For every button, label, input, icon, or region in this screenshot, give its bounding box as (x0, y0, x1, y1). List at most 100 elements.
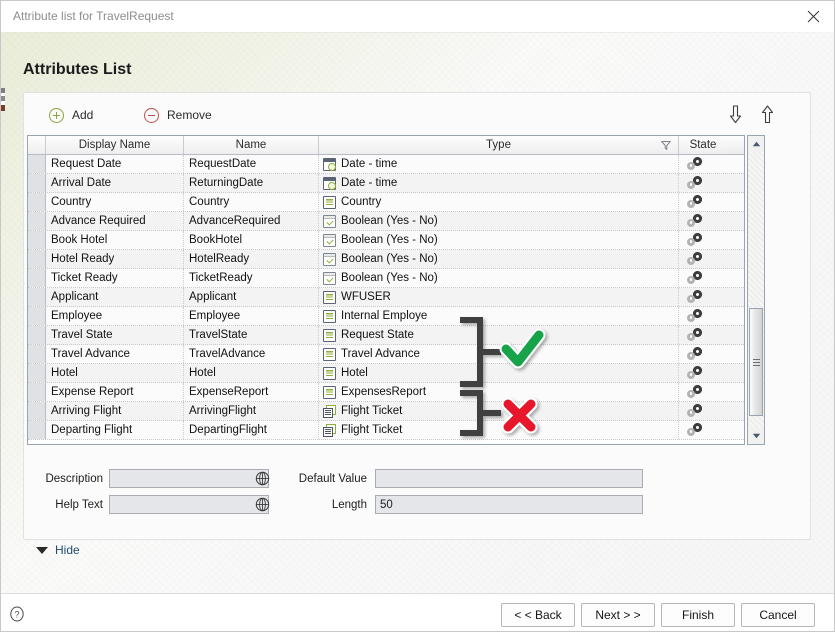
cell-state[interactable] (679, 212, 727, 230)
cell-name: Country (184, 193, 319, 211)
help-button[interactable]: ? (9, 606, 25, 622)
cell-state[interactable] (679, 307, 727, 325)
row-selector[interactable] (28, 326, 46, 344)
cell-state[interactable] (679, 250, 727, 268)
column-header-display-name[interactable]: Display Name (46, 136, 184, 154)
gears-icon[interactable] (687, 251, 705, 267)
default-value-label: Default Value (298, 473, 367, 485)
back-button[interactable]: < < Back (501, 603, 575, 627)
cell-name: Employee (184, 307, 319, 325)
cell-state[interactable] (679, 402, 727, 420)
row-selector[interactable] (28, 174, 46, 192)
table-row[interactable]: Departing Flight DepartingFlight Flight Ti… (28, 421, 744, 440)
row-selector[interactable] (28, 364, 46, 382)
row-selector[interactable] (28, 383, 46, 401)
table-row[interactable]: Ticket Ready TicketReady Boolean (Yes - No… (28, 269, 744, 288)
scroll-up-icon (752, 141, 760, 147)
cell-type-label: Request State (341, 329, 414, 341)
row-selector[interactable] (28, 212, 46, 230)
length-input[interactable] (375, 495, 643, 514)
table-row[interactable]: Employee Employee Internal Employe (28, 307, 744, 326)
row-selector[interactable] (28, 231, 46, 249)
row-selector[interactable] (28, 269, 46, 287)
gears-icon[interactable] (687, 213, 705, 229)
cell-state[interactable] (679, 421, 727, 439)
grid-header-row: Display Name Name Type State (28, 136, 744, 155)
cancel-button[interactable]: Cancel (741, 603, 815, 627)
row-selector[interactable] (28, 421, 46, 439)
close-button[interactable] (790, 1, 834, 31)
gears-icon[interactable] (687, 156, 705, 172)
gears-icon[interactable] (687, 365, 705, 381)
scrollbar-thumb[interactable] (749, 308, 763, 416)
table-row[interactable]: Expense Report ExpenseReport ExpensesRepor… (28, 383, 744, 402)
row-selector[interactable] (28, 193, 46, 211)
cell-state[interactable] (679, 269, 727, 287)
column-header-selector[interactable] (28, 136, 46, 154)
gears-icon[interactable] (687, 327, 705, 343)
gears-icon[interactable] (687, 289, 705, 305)
grid-toolbar: Add Remove (24, 93, 810, 137)
table-row[interactable]: Country Country Country (28, 193, 744, 212)
scroll-down-button[interactable] (748, 428, 764, 444)
column-header-type[interactable]: Type (319, 136, 679, 154)
row-selector[interactable] (28, 288, 46, 306)
table-row[interactable]: Hotel Hotel Hotel (28, 364, 744, 383)
add-button[interactable]: Add (49, 103, 93, 127)
cell-name: DepartingFlight (184, 421, 319, 439)
finish-button[interactable]: Finish (661, 603, 735, 627)
cell-state[interactable] (679, 231, 727, 249)
table-row[interactable]: Advance Required AdvanceRequired Boolean (… (28, 212, 744, 231)
cell-state[interactable] (679, 383, 727, 401)
gears-icon[interactable] (687, 403, 705, 419)
table-row[interactable]: Applicant Applicant WFUSER (28, 288, 744, 307)
cell-type: Internal Employe (319, 307, 679, 325)
dialog-footer: ? < < Back Next > > Finish Cancel (1, 593, 834, 631)
row-selector[interactable] (28, 250, 46, 268)
description-input[interactable] (109, 469, 269, 488)
grid-vertical-scrollbar[interactable] (747, 135, 765, 445)
gears-icon[interactable] (687, 175, 705, 191)
row-selector[interactable] (28, 402, 46, 420)
triangle-down-icon (36, 546, 48, 554)
help-text-input[interactable] (109, 495, 269, 514)
cell-state[interactable] (679, 364, 727, 382)
row-selector[interactable] (28, 307, 46, 325)
gears-icon[interactable] (687, 194, 705, 210)
cell-state[interactable] (679, 326, 727, 344)
hide-toggle[interactable]: Hide (36, 543, 80, 557)
entity-icon (323, 385, 336, 399)
scroll-down-icon (752, 433, 760, 439)
table-row[interactable]: Travel State TravelState Request State (28, 326, 744, 345)
cell-state[interactable] (679, 155, 727, 173)
move-up-button[interactable] (754, 101, 780, 127)
table-row[interactable]: Request Date RequestDate Date - time (28, 155, 744, 174)
cell-state[interactable] (679, 288, 727, 306)
gears-icon[interactable] (687, 346, 705, 362)
table-row[interactable]: Arrival Date ReturningDate Date - time (28, 174, 744, 193)
next-button[interactable]: Next > > (581, 603, 655, 627)
cell-type: Flight Ticket (319, 421, 679, 439)
table-row[interactable]: Arriving Flight ArrivingFlight Flight Tick… (28, 402, 744, 421)
scroll-up-button[interactable] (748, 136, 764, 152)
table-row[interactable]: Hotel Ready HotelReady Boolean (Yes - No) (28, 250, 744, 269)
cell-state[interactable] (679, 193, 727, 211)
cell-type-label: Travel Advance (341, 348, 420, 360)
gears-icon[interactable] (687, 270, 705, 286)
column-header-name[interactable]: Name (184, 136, 319, 154)
row-selector[interactable] (28, 155, 46, 173)
gears-icon[interactable] (687, 422, 705, 438)
move-down-button[interactable] (722, 101, 748, 127)
remove-button[interactable]: Remove (144, 103, 212, 127)
table-row[interactable]: Travel Advance TravelAdvance Travel Advanc… (28, 345, 744, 364)
gears-icon[interactable] (687, 232, 705, 248)
cell-state[interactable] (679, 174, 727, 192)
default-value-input[interactable] (375, 469, 643, 488)
remove-button-label: Remove (167, 108, 212, 122)
row-selector[interactable] (28, 345, 46, 363)
gears-icon[interactable] (687, 384, 705, 400)
gears-icon[interactable] (687, 308, 705, 324)
table-row[interactable]: Book Hotel BookHotel Boolean (Yes - No) (28, 231, 744, 250)
column-header-state[interactable]: State (679, 136, 727, 154)
cell-state[interactable] (679, 345, 727, 363)
